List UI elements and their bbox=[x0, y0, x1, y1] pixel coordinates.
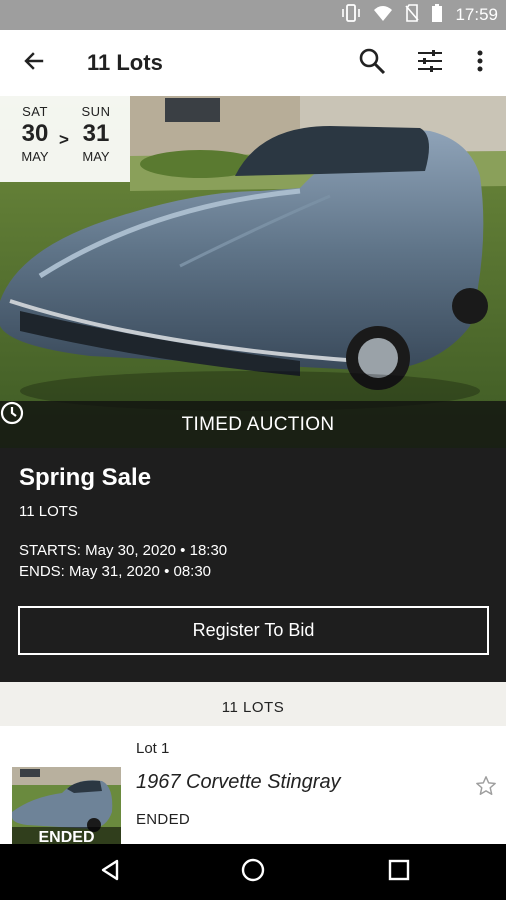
status-time: 17:59 bbox=[455, 5, 498, 24]
end-day: 31 bbox=[82, 120, 110, 147]
overflow-menu-icon bbox=[477, 50, 483, 77]
back-arrow-icon bbox=[22, 49, 46, 78]
recents-square-icon bbox=[388, 859, 410, 886]
lots-header: 11 LOTS bbox=[221, 699, 285, 716]
search-icon bbox=[358, 47, 386, 80]
battery-icon bbox=[431, 3, 443, 27]
nav-back-button[interactable] bbox=[90, 852, 130, 892]
search-button[interactable] bbox=[352, 43, 392, 83]
status-bar: 17:59 bbox=[0, 0, 506, 30]
lot-number: Lot 1 bbox=[136, 740, 170, 757]
sale-start-time: STARTS: May 30, 2020 • 18:30 bbox=[19, 542, 228, 559]
end-weekday: SUN bbox=[81, 104, 111, 119]
watch-lot-button[interactable] bbox=[472, 774, 500, 802]
lots-list: 11 LOTS ENDED Lot 1 1967 Corvette Stingr… bbox=[0, 682, 506, 844]
page-title: 11 Lots bbox=[87, 50, 163, 75]
home-circle-icon bbox=[241, 858, 265, 887]
sale-info: Spring Sale 11 LOTS STARTS: May 30, 2020… bbox=[0, 448, 506, 682]
start-date: SAT 30 MAY bbox=[8, 96, 62, 164]
status-icons: 17:59 bbox=[341, 3, 498, 27]
sale-title: Spring Sale bbox=[19, 464, 152, 491]
back-triangle-icon bbox=[99, 858, 121, 887]
date-separator: > bbox=[59, 130, 69, 149]
timed-auction-banner: TIMED AUCTION bbox=[0, 401, 506, 448]
start-weekday: SAT bbox=[22, 104, 48, 119]
back-button[interactable] bbox=[14, 45, 54, 81]
auction-hero[interactable]: SAT 30 MAY > SUN 31 MAY TIMED AUCTION bbox=[0, 96, 506, 448]
filter-sliders-icon bbox=[417, 49, 443, 78]
star-outline-icon bbox=[475, 775, 497, 802]
overflow-menu-button[interactable] bbox=[460, 43, 500, 83]
start-month: MAY bbox=[21, 149, 49, 164]
end-month: MAY bbox=[82, 149, 110, 164]
vibrate-icon bbox=[341, 3, 361, 27]
lot-name: 1967 Corvette Stingray bbox=[136, 771, 341, 793]
start-day: 30 bbox=[21, 120, 49, 147]
nav-home-button[interactable] bbox=[233, 852, 273, 892]
list-item[interactable]: ENDED Lot 1 1967 Corvette Stingray ENDED bbox=[0, 726, 506, 844]
filter-button[interactable] bbox=[410, 43, 450, 83]
lot-status: ENDED bbox=[136, 811, 191, 828]
nav-recents-button[interactable] bbox=[379, 852, 419, 892]
no-sim-icon bbox=[405, 3, 420, 27]
sale-end-time: ENDS: May 31, 2020 • 08:30 bbox=[19, 563, 212, 580]
lot-thumbnail-status: ENDED bbox=[12, 827, 121, 844]
auction-date-range: SAT 30 MAY > SUN 31 MAY bbox=[0, 96, 130, 182]
system-nav-bar bbox=[0, 844, 506, 900]
wifi-icon bbox=[373, 4, 393, 27]
lot-thumbnail: ENDED bbox=[12, 767, 121, 844]
timed-auction-label: TIMED AUCTION bbox=[181, 413, 335, 435]
sale-lots-count: 11 LOTS bbox=[19, 503, 78, 520]
app-bar: 11 Lots bbox=[0, 30, 506, 96]
end-date: SUN 31 MAY bbox=[69, 96, 123, 164]
register-to-bid-button[interactable]: Register To Bid bbox=[18, 606, 489, 655]
